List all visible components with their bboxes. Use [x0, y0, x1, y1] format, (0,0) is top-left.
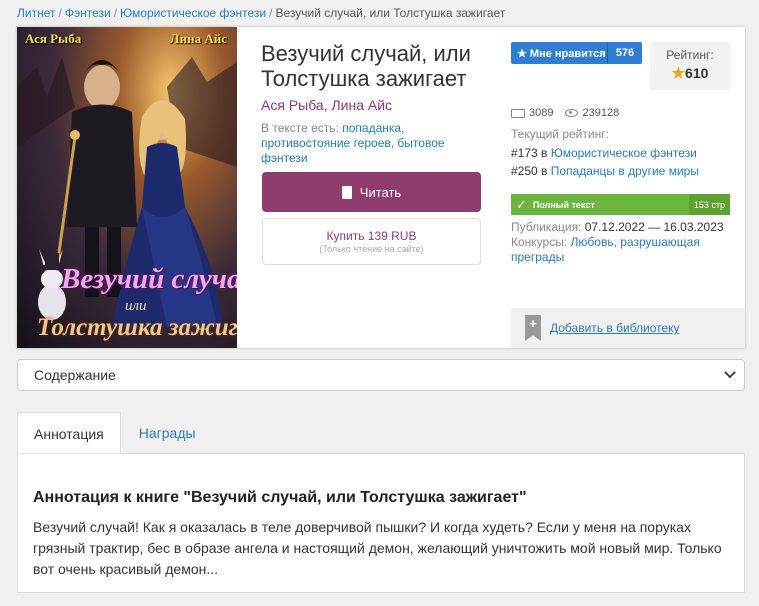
eye-icon — [565, 109, 579, 117]
add-to-library-link[interactable]: Добавить в библиотеку — [550, 321, 680, 335]
views-stat: 239128 — [565, 107, 619, 119]
current-rating-label: Текущий рейтинг: — [511, 127, 609, 141]
book-title: Везучий случай, или Толстушка зажигает — [261, 41, 471, 91]
annotation-panel: Аннотация к книге "Везучий случай, или Т… — [17, 453, 745, 593]
rank-position: #250 в — [511, 164, 548, 178]
buy-button[interactable]: Купить 139 RUB (Только чтение на сайте) — [262, 218, 481, 265]
breadcrumb: Литнет / Фэнтези / Юмористическое фэнтези / Ве… — [17, 6, 505, 20]
cover-author-left: Ася Рыба — [25, 31, 82, 46]
read-button-label: Читать — [359, 184, 402, 200]
annotation-heading: Аннотация к книге "Везучий случай, или Т… — [33, 489, 527, 506]
rating-label: Рейтинг: — [666, 48, 714, 62]
breadcrumb-separator: / — [269, 6, 273, 20]
cover-title-line1: Везучий случай, — [61, 263, 237, 295]
buy-button-label: Купить 139 RUB — [326, 229, 417, 243]
breadcrumb-separator: / — [113, 6, 118, 20]
library-bar: + Добавить в библиотеку — [511, 308, 745, 348]
breadcrumb-link-litnet[interactable]: Литнет — [17, 6, 55, 20]
breadcrumb-separator: / — [58, 6, 62, 20]
contents-select-value: Содержание — [34, 367, 116, 383]
book-stats: 3089 239128 — [511, 107, 619, 119]
rank-category-link[interactable]: Попаданцы в другие миры — [551, 164, 699, 178]
breadcrumb-link-humor-fantasy[interactable]: Юмористическое фэнтези — [120, 6, 266, 20]
like-count: 576 — [607, 42, 642, 64]
book-card: Ася Рыба Лина Айс Везучий случай, или То… — [17, 27, 745, 348]
bookmark-plus-icon[interactable]: + — [525, 315, 541, 341]
chars-stat: 3089 — [511, 107, 553, 119]
cover-author-right: Лина Айс — [169, 31, 227, 46]
contests-info: Конкурсы: Любовь, разрушающая преграды — [511, 235, 731, 265]
status-bar: ✓ Полный текст 153 стр — [511, 194, 730, 215]
breadcrumb-current: Везучий случай, или Толстушка зажигает — [275, 6, 506, 20]
views-count: 239128 — [582, 107, 620, 119]
contents-select[interactable]: Содержание — [17, 359, 745, 391]
check-icon: ✓ — [516, 196, 527, 212]
chevron-down-icon — [724, 367, 736, 386]
star-icon: ★ — [671, 65, 686, 82]
publication-info: Публикация: 07.12.2022 — 16.03.2023 — [511, 220, 724, 234]
rating-value-wrap: ★610 — [650, 64, 730, 82]
book-cover[interactable]: Ася Рыба Лина Айс Везучий случай, или То… — [17, 27, 237, 348]
rank-row: #250 в Попаданцы в другие миры — [511, 164, 699, 178]
book-authors[interactable]: Ася Рыба, Лина Айс — [261, 97, 483, 113]
book-sidebar: ★ Мне нравится 576 Рейтинг: ★610 3089 23… — [511, 27, 745, 348]
annotation-text: Везучий случай! Как я оказалась в теле д… — [33, 519, 722, 577]
buy-button-note: (Только чтение на сайте) — [319, 244, 424, 254]
cover-title-line3: Толстушка зажигает — [37, 314, 237, 341]
rank-row: #173 в Юмористическое фэнтези — [511, 146, 697, 160]
breadcrumb-link-fantasy[interactable]: Фэнтези — [65, 6, 111, 20]
like-button-label: ★ Мне нравится — [517, 47, 606, 60]
tab-annotation[interactable]: Аннотация — [17, 412, 121, 454]
publication-dates: 07.12.2022 — 16.03.2023 — [584, 220, 724, 234]
tab-awards[interactable]: Награды — [121, 412, 212, 454]
tags-block: В тексте есть: попаданка, противостояние… — [261, 121, 483, 166]
page-count: 153 стр — [689, 194, 730, 215]
rating-value: 610 — [685, 65, 709, 81]
read-button[interactable]: Читать — [262, 172, 481, 212]
tags-label: В тексте есть: — [261, 121, 339, 135]
rank-position: #173 в — [511, 146, 548, 160]
rating-box: Рейтинг: ★610 — [650, 42, 730, 90]
like-button[interactable]: ★ Мне нравится 576 — [511, 42, 642, 64]
characters-icon — [511, 108, 525, 118]
publication-label: Публикация: — [511, 220, 582, 234]
rank-category-link[interactable]: Юмористическое фэнтези — [551, 146, 697, 160]
contests-label: Конкурсы: — [511, 235, 568, 249]
chars-count: 3089 — [529, 107, 554, 119]
status-text: Полный текст — [532, 199, 595, 210]
cover-title-line2: или — [125, 298, 147, 314]
book-icon — [341, 185, 352, 199]
tab-bar: Аннотация Награды — [17, 412, 212, 454]
book-info: Везучий случай, или Толстушка зажигает А… — [261, 41, 483, 166]
